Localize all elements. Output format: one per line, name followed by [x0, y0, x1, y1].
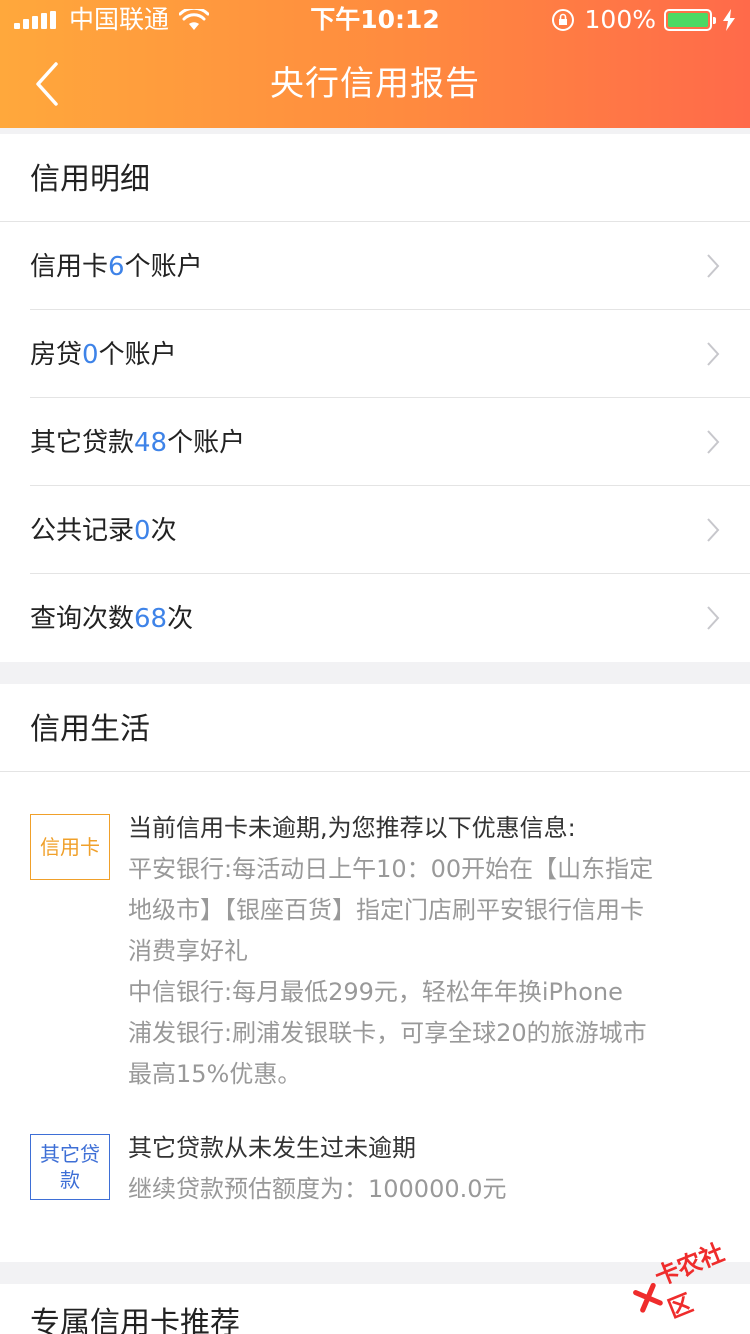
credit-life-card: 信用生活 信用卡 当前信用卡未逾期,为您推荐以下优惠信息: 平安银行:每活动日上… [0, 684, 750, 1262]
battery-icon [664, 9, 716, 31]
credit-life-item-other-loans[interactable]: 其它贷款 其它贷款从未发生过未逾期 继续贷款预估额度为：100000.0元 [30, 1134, 720, 1224]
credit-life-item-credit-card[interactable]: 信用卡 当前信用卡未逾期,为您推荐以下优惠信息: 平安银行:每活动日上午10：0… [30, 814, 720, 1094]
row-count: 48 [134, 428, 168, 458]
battery-percent: 100% [584, 5, 656, 34]
chevron-right-icon [707, 430, 720, 454]
status-bar: 中国联通 下午10:12 100% [0, 0, 750, 40]
credit-detail-list: 信用卡6个账户 房贷0个账户 其它贷款48个账户 公共记录0次 查询次数68次 [0, 222, 750, 662]
promo-line: 最高15%优惠。 [128, 1060, 302, 1088]
row-unit: 个账户 [167, 428, 246, 458]
row-unit: 次 [167, 604, 194, 634]
credit-life-title: 信用生活 [0, 684, 750, 772]
promo-line: 中信银行:每月最低299元，轻松年年换iPhone [128, 978, 623, 1006]
credit-detail-row-credit-card[interactable]: 信用卡6个账户 [0, 222, 750, 310]
other-loans-text: 其它贷款从未发生过未逾期 继续贷款预估额度为：100000.0元 [128, 1128, 720, 1210]
page-title: 央行信用报告 [270, 64, 480, 104]
loan-estimate-line: 继续贷款预估额度为：100000.0元 [128, 1175, 507, 1203]
battery-fill [668, 13, 708, 27]
credit-detail-row-mortgage[interactable]: 房贷0个账户 [0, 310, 750, 398]
credit-card-text: 当前信用卡未逾期,为您推荐以下优惠信息: 平安银行:每活动日上午10：00开始在… [128, 808, 720, 1095]
row-label: 其它贷款 [30, 428, 135, 458]
status-right: 100% [551, 0, 736, 40]
chevron-right-icon [707, 254, 720, 278]
row-unit: 次 [150, 516, 177, 546]
chevron-right-icon [707, 342, 720, 366]
charging-bolt-icon [723, 9, 735, 31]
row-count: 68 [134, 604, 168, 634]
other-loans-badge: 其它贷款 [30, 1134, 110, 1200]
credit-card-badge: 信用卡 [30, 814, 110, 880]
app-header: 中国联通 下午10:12 100% 央行信用报告 [0, 0, 750, 128]
credit-card-main-text: 当前信用卡未逾期,为您推荐以下优惠信息: [128, 814, 576, 842]
credit-detail-row-queries[interactable]: 查询次数68次 [0, 574, 750, 662]
promo-line: 平安银行:每活动日上午10：00开始在【山东指定 [128, 855, 654, 883]
row-label: 房贷 [30, 340, 83, 370]
chevron-right-icon [707, 518, 720, 542]
row-count: 0 [134, 516, 151, 546]
row-label: 信用卡 [30, 252, 109, 282]
credit-detail-title: 信用明细 [0, 134, 750, 222]
row-unit: 个账户 [98, 340, 177, 370]
other-loans-main-text: 其它贷款从未发生过未逾期 [128, 1134, 416, 1162]
promo-line: 消费享好礼 [128, 937, 248, 965]
credit-detail-card: 信用明细 信用卡6个账户 房贷0个账户 其它贷款48个账户 公共记录0次 查询次… [0, 134, 750, 662]
row-label: 公共记录 [30, 516, 135, 546]
promo-line: 地级市】【银座百货】指定门店刷平安银行信用卡 [128, 896, 644, 924]
row-count: 6 [108, 252, 125, 282]
row-count: 0 [82, 340, 99, 370]
nav-bar: 央行信用报告 [0, 40, 750, 128]
chevron-right-icon [707, 606, 720, 630]
row-label: 查询次数 [30, 604, 135, 634]
rotation-lock-icon [551, 9, 574, 31]
row-unit: 个账户 [124, 252, 203, 282]
credit-detail-row-public-records[interactable]: 公共记录0次 [0, 486, 750, 574]
promo-line: 浦发银行:刷浦发银联卡，可享全球20的旅游城市 [128, 1019, 647, 1047]
credit-detail-row-other-loans[interactable]: 其它贷款48个账户 [0, 398, 750, 486]
